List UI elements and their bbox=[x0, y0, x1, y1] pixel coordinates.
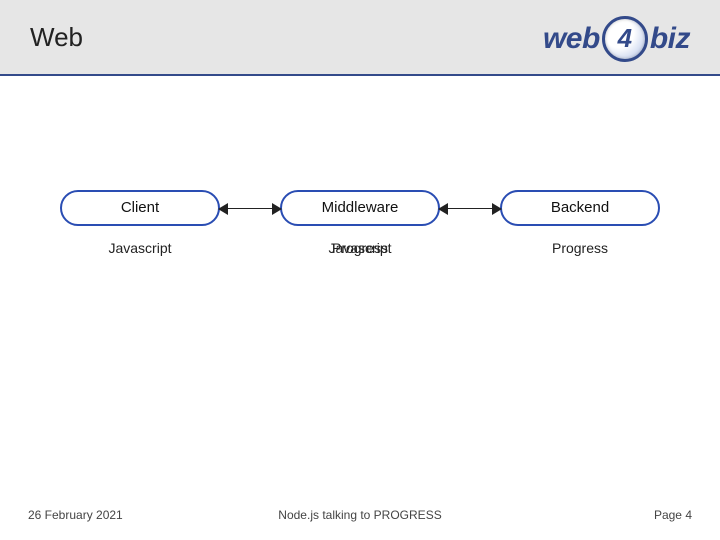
logo-word-biz: biz bbox=[650, 22, 690, 56]
tier-box-backend: Backend bbox=[500, 190, 660, 226]
tier-box-label: Backend bbox=[551, 199, 609, 216]
tier-box-label: Client bbox=[121, 199, 159, 216]
slide: Web web 4 biz Client Middleware Backend … bbox=[0, 0, 720, 540]
connector-arrow-icon bbox=[220, 208, 280, 209]
page-title: Web bbox=[30, 22, 83, 53]
tier-box-client: Client bbox=[60, 190, 220, 226]
logo-word-web: web bbox=[543, 22, 600, 56]
tier-box-label: Middleware bbox=[322, 199, 399, 216]
header-underline bbox=[0, 74, 720, 76]
header-bar: Web web 4 biz bbox=[0, 0, 720, 74]
footer-subtitle: Node.js talking to PROGRESS bbox=[0, 508, 720, 522]
tech-label-client: Javascript bbox=[60, 240, 220, 256]
tech-label-over: Progress bbox=[280, 240, 440, 256]
tech-label-backend: Progress bbox=[500, 240, 660, 256]
architecture-diagram: Client Middleware Backend Javascript Jav… bbox=[60, 190, 660, 270]
connector-arrow-icon bbox=[440, 208, 500, 209]
footer-page-number: Page 4 bbox=[654, 508, 692, 522]
tech-label-middleware: Javascript Progress bbox=[280, 240, 440, 256]
logo-globe-digit: 4 bbox=[618, 23, 632, 54]
logo-globe-icon: 4 bbox=[602, 16, 648, 62]
tier-box-middleware: Middleware bbox=[280, 190, 440, 226]
footer: 26 February 2021 Node.js talking to PROG… bbox=[0, 500, 720, 540]
logo: web 4 biz bbox=[480, 16, 690, 62]
